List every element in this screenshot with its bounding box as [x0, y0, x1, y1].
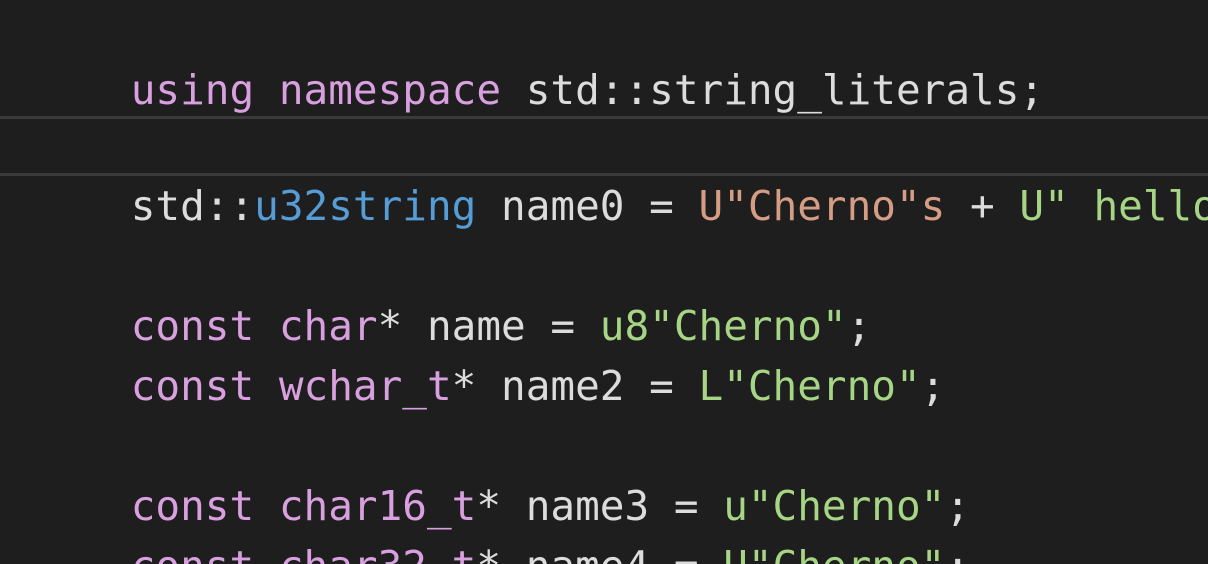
- code-line-6[interactable]: const char32_t* name4 = U"Cherno";: [32, 476, 970, 564]
- code-token: * name4 =: [476, 542, 723, 564]
- code-line-5[interactable]: const char16_t* name3 = u"Cherno";: [32, 416, 970, 530]
- code-token: U"Cherno"s: [698, 182, 946, 230]
- code-token: name0 =: [476, 182, 699, 230]
- code-token: using: [130, 66, 255, 114]
- code-token: L"Cherno": [698, 362, 921, 410]
- code-token: U"Cherno": [723, 542, 945, 564]
- code-token: ;: [945, 542, 970, 564]
- code-token: char32_t: [279, 542, 476, 564]
- code-line-4[interactable]: const wchar_t* name2 = L"Cherno";: [32, 296, 946, 410]
- code-token: u32string: [254, 182, 477, 230]
- code-token: std::: [130, 182, 255, 230]
- code-token: const: [131, 542, 254, 564]
- code-token: ;: [920, 362, 946, 410]
- code-line-2[interactable]: std::u32string name0 = U"Cherno"s + U" h…: [32, 116, 1208, 230]
- code-editor[interactable]: using namespace std::string_literals; st…: [0, 0, 1208, 564]
- code-token: const: [130, 362, 255, 410]
- code-token: U" hello": [1019, 182, 1208, 230]
- code-token: +: [945, 182, 1020, 230]
- code-token: wchar_t: [278, 362, 452, 410]
- code-token: * name2 =: [451, 362, 699, 410]
- code-line-3[interactable]: const char* name = u8"Cherno";: [32, 236, 872, 350]
- code-line-1[interactable]: using namespace std::string_literals;: [32, 0, 1044, 114]
- code-token: namespace: [278, 66, 502, 114]
- code-token: std::string_literals;: [501, 66, 1045, 114]
